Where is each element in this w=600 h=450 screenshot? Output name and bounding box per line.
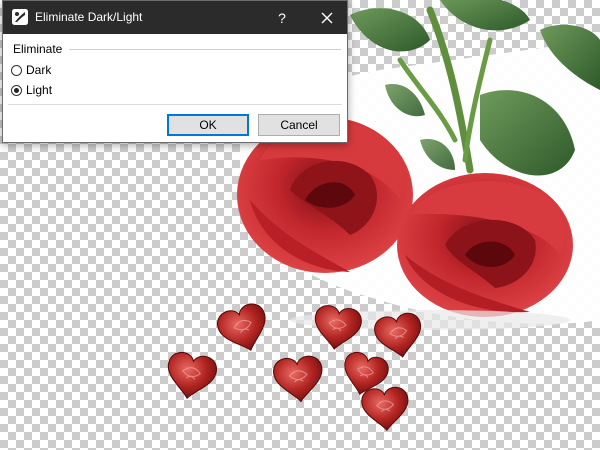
app-logo-icon bbox=[12, 9, 28, 25]
eliminate-group: Eliminate Dark Light bbox=[11, 42, 343, 97]
radio-light-label: Light bbox=[26, 83, 53, 97]
radio-dark-circle[interactable] bbox=[11, 64, 22, 76]
dialog-title: Eliminate Dark/Light bbox=[35, 10, 143, 24]
cancel-button[interactable]: Cancel bbox=[258, 114, 340, 136]
radio-light-circle[interactable] bbox=[11, 84, 22, 96]
dialog-titlebar[interactable]: Eliminate Dark/Light ? bbox=[3, 1, 347, 34]
radio-dark[interactable]: Dark bbox=[11, 63, 51, 77]
group-label: Eliminate bbox=[13, 42, 63, 56]
ok-button[interactable]: OK bbox=[167, 114, 249, 136]
radio-light[interactable]: Light bbox=[11, 83, 52, 97]
eliminate-dark-light-dialog: Eliminate Dark/Light ? Eliminate Dark Li… bbox=[2, 0, 348, 143]
help-button[interactable]: ? bbox=[265, 1, 299, 34]
close-icon bbox=[321, 12, 333, 23]
help-icon: ? bbox=[278, 9, 286, 26]
dialog-separator bbox=[8, 104, 342, 105]
close-button[interactable] bbox=[307, 1, 347, 34]
group-divider bbox=[69, 49, 341, 50]
radio-dark-label: Dark bbox=[26, 63, 52, 77]
